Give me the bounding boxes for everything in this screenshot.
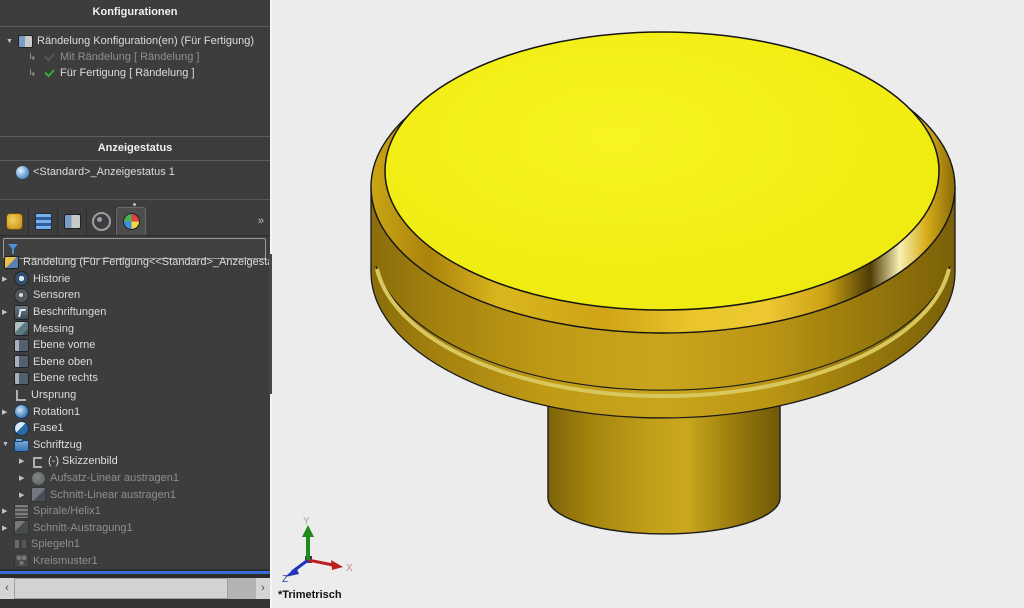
tree-item[interactable]: ▶ Schnitt-Austragung1	[0, 520, 270, 537]
scroll-thumb[interactable]	[14, 578, 228, 599]
display-state-item[interactable]: <Standard>_Anzeigestatus 1	[0, 164, 270, 180]
tree-item[interactable]: ▶ Historie	[0, 271, 270, 288]
part-icon	[4, 256, 19, 269]
scroll-right-button[interactable]: ›	[256, 578, 270, 599]
folder-icon	[14, 440, 29, 452]
dimxpert-tab-icon	[92, 212, 111, 231]
ebene-icon	[14, 372, 29, 385]
tab-features[interactable]	[0, 207, 29, 235]
schnitt-lin-icon	[31, 487, 46, 502]
expand-arrow[interactable]: ▶	[2, 408, 14, 416]
configuration-item[interactable]: ↳ Für Fertigung [ Rändelung ]	[0, 65, 270, 81]
tab-dimxpert[interactable]	[87, 207, 116, 235]
features-tab-icon	[6, 213, 23, 230]
kreismuster-icon	[14, 553, 29, 568]
tree-item[interactable]: ▶ (-) Skizzenbild	[0, 453, 270, 470]
messing-icon	[14, 321, 29, 336]
ebene-icon	[14, 339, 29, 352]
display-states-header: Anzeigestatus	[0, 136, 270, 159]
check-green-icon	[43, 67, 56, 80]
configurations-header: Konfigurationen	[0, 0, 270, 27]
tree-item[interactable]: Ebene vorne	[0, 337, 270, 354]
aufsatz-icon	[31, 471, 46, 486]
config-doc-icon	[18, 35, 33, 48]
tree-item[interactable]: ▶ Schnitt-Linear austragen1	[0, 486, 270, 503]
expand-arrow[interactable]: ▼	[6, 38, 18, 45]
graphics-viewport[interactable]: Y X Z *Trimetrisch	[272, 0, 1024, 608]
expand-arrow[interactable]: ▶	[2, 308, 14, 316]
tree-item[interactable]: Ebene oben	[0, 354, 270, 371]
beschriftungen-icon	[14, 305, 29, 320]
tree-item[interactable]: ▶ Beschriftungen	[0, 304, 270, 321]
tree-item[interactable]: Sensoren	[0, 287, 270, 304]
tree-item[interactable]: ▶ Rotation1	[0, 403, 270, 420]
manager-tab-bar: »	[0, 207, 270, 236]
feature-tree: Rändelung (Für Fertigung<<Standard>_Anze…	[0, 254, 270, 569]
ebene-icon	[14, 355, 29, 368]
tree-item[interactable]: Ebene rechts	[0, 370, 270, 387]
tree-item[interactable]: Messing	[0, 320, 270, 337]
scroll-left-button[interactable]: ‹	[0, 578, 14, 599]
properties-tab-icon	[35, 213, 52, 230]
feature-manager-panel: Konfigurationen ▼ Rändelung Konfiguratio…	[0, 0, 270, 608]
expand-arrow[interactable]: ▶	[19, 457, 31, 465]
expand-arrow[interactable]: ▶	[19, 491, 31, 499]
expand-arrow[interactable]: ▶	[19, 474, 31, 482]
tab-display[interactable]	[116, 207, 146, 235]
triad-x-label: X	[346, 563, 353, 574]
tree-item[interactable]: ▶ Spirale/Helix1	[0, 503, 270, 520]
tree-item[interactable]: ▼ Schriftzug	[0, 437, 270, 454]
spirale-icon	[14, 504, 29, 519]
configurations-tab-icon	[64, 214, 81, 229]
app-window: Konfigurationen ▼ Rändelung Konfiguratio…	[0, 0, 1024, 608]
splitter-dot	[133, 203, 136, 206]
tree-item[interactable]: Ursprung	[0, 387, 270, 404]
tree-item[interactable]: Kreismuster1	[0, 553, 270, 569]
expand-arrow[interactable]: ▶	[2, 524, 14, 532]
rotation-icon	[14, 404, 29, 419]
horizontal-scrollbar[interactable]: ‹ ›	[0, 578, 270, 599]
tab-configurations[interactable]	[58, 207, 87, 235]
ursprung-icon	[14, 389, 27, 402]
knob-model[interactable]: Y X Z	[272, 0, 1024, 608]
sketch-icon	[31, 455, 44, 468]
tab-properties[interactable]	[29, 207, 58, 235]
display-state-label: <Standard>_Anzeigestatus 1	[33, 166, 175, 178]
display-state-icon	[16, 166, 29, 179]
check-gray-icon	[43, 51, 56, 64]
configuration-item[interactable]: ↳ Mit Rändelung [ Rändelung ]	[0, 49, 270, 65]
scroll-track[interactable]	[228, 578, 256, 599]
fase-icon	[14, 421, 29, 436]
spiegeln-icon	[14, 538, 27, 551]
tree-item[interactable]: Rändelung (Für Fertigung<<Standard>_Anze…	[0, 254, 270, 271]
tabs-overflow-chevron[interactable]: »	[258, 215, 270, 227]
configuration-tree: ▼ Rändelung Konfiguration(en) (Für Ferti…	[0, 33, 270, 81]
rollback-bar[interactable]	[0, 571, 270, 574]
expand-arrow[interactable]: ▶	[2, 507, 14, 515]
sensoren-icon	[14, 288, 29, 303]
tree-item[interactable]: Fase1	[0, 420, 270, 437]
schnitt-aus-icon	[14, 520, 29, 535]
historie-icon	[14, 271, 29, 286]
configuration-item[interactable]: ▼ Rändelung Konfiguration(en) (Für Ferti…	[0, 33, 270, 49]
expand-arrow[interactable]: ▼	[2, 441, 14, 448]
orientation-triad: Y X Z	[282, 516, 353, 585]
expand-arrow[interactable]: ↳	[26, 68, 43, 79]
expand-arrow[interactable]: ▶	[2, 275, 14, 283]
display-tab-icon	[123, 213, 140, 230]
tree-item[interactable]: ▶ Aufsatz-Linear austragen1	[0, 470, 270, 487]
view-orientation-label: *Trimetrisch	[278, 589, 342, 601]
expand-arrow[interactable]: ↳	[26, 52, 43, 63]
filter-funnel-icon	[7, 243, 19, 255]
triad-y-label: Y	[303, 516, 310, 527]
tree-item[interactable]: Spiegeln1	[0, 536, 270, 553]
triad-z-label: Z	[282, 574, 288, 585]
